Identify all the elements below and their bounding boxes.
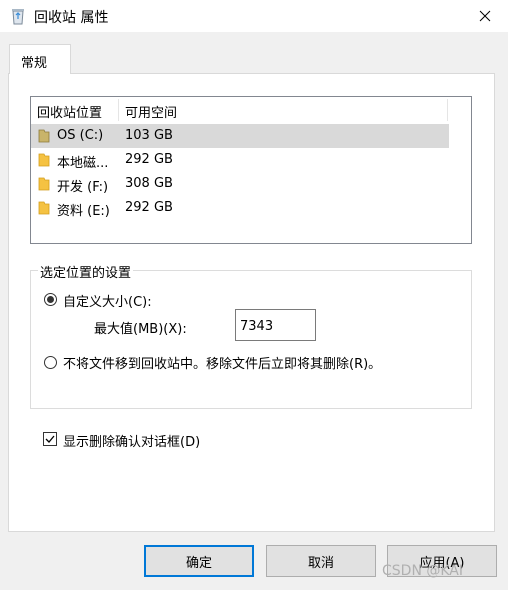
custom-size-radio[interactable]	[44, 293, 57, 306]
drive-folder-icon	[38, 129, 50, 143]
confirm-delete-checkbox[interactable]	[43, 432, 57, 446]
list-item[interactable]: 开发 (F:) 308 GB	[31, 172, 449, 196]
column-header-location[interactable]: 回收站位置	[37, 102, 102, 121]
check-icon	[45, 435, 55, 443]
folder-icon	[38, 153, 50, 167]
drive-name: 资料 (E:)	[57, 204, 110, 219]
settings-group-title: 选定位置的设置	[38, 262, 134, 281]
confirm-delete-label[interactable]: 显示删除确认对话框(D)	[63, 431, 200, 450]
column-divider[interactable]	[118, 99, 119, 121]
list-header: 回收站位置 可用空间	[31, 97, 451, 123]
cancel-button[interactable]: 取消	[266, 545, 376, 577]
ok-button[interactable]: 确定	[144, 545, 254, 577]
max-value-label: 最大值(MB)(X):	[94, 322, 187, 337]
no-move-radio[interactable]	[44, 356, 57, 369]
column-divider[interactable]	[447, 99, 448, 121]
drive-name: OS (C:)	[57, 128, 104, 143]
recycle-bin-icon	[12, 9, 24, 25]
list-item[interactable]: 本地磁... 292 GB	[31, 148, 449, 172]
custom-size-label[interactable]: 自定义大小(C):	[63, 291, 152, 310]
tab-general-label: 常规	[21, 56, 48, 71]
close-icon	[479, 10, 491, 22]
list-item[interactable]: OS (C:) 103 GB	[31, 124, 449, 148]
window-title: 回收站 属性	[34, 10, 109, 26]
drive-space: 308 GB	[125, 176, 173, 191]
cancel-button-label: 取消	[307, 555, 334, 571]
folder-icon	[38, 201, 50, 215]
tab-general[interactable]: 常规	[9, 44, 71, 74]
close-button[interactable]	[462, 0, 508, 32]
drive-name: 本地磁...	[57, 156, 109, 171]
folder-icon	[38, 177, 50, 191]
title-bar: 回收站 属性	[0, 0, 508, 32]
column-header-space[interactable]: 可用空间	[125, 102, 177, 121]
drive-space: 292 GB	[125, 152, 173, 167]
drive-space: 103 GB	[125, 128, 173, 143]
drive-space: 292 GB	[125, 200, 173, 215]
list-item[interactable]: 资料 (E:) 292 GB	[31, 196, 449, 220]
radio-selected-dot	[47, 296, 54, 303]
drives-list[interactable]: 回收站位置 可用空间 OS (C:) 103 GB 本地磁... 292 GB …	[30, 96, 472, 244]
watermark: CSDN @KAI	[382, 563, 464, 579]
ok-button-label: 确定	[185, 555, 212, 571]
drive-name: 开发 (F:)	[57, 180, 109, 195]
no-move-label[interactable]: 不将文件移到回收站中。移除文件后立即将其删除(R)。	[63, 353, 381, 372]
max-value-input[interactable]	[235, 309, 316, 341]
